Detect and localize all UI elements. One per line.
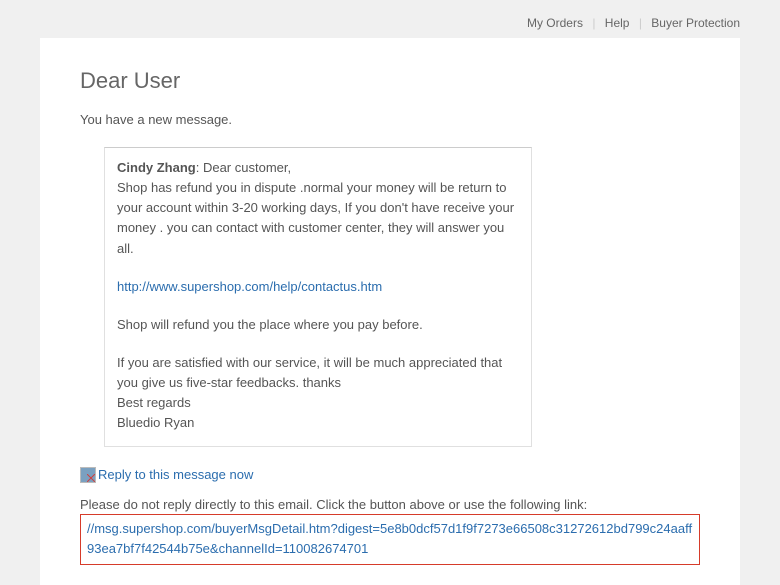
message-greeting: Dear customer, [203,160,291,175]
message-body-3: If you are satisfied with our service, i… [117,353,519,393]
reply-link[interactable]: Reply to this message now [98,467,253,482]
broken-image-icon [80,467,96,483]
message-body-2: Shop will refund you the place where you… [117,315,519,335]
sender-sep: : [196,160,203,175]
sender-name: Cindy Zhang [117,160,196,175]
contact-link[interactable]: http://www.supershop.com/help/contactus.… [117,279,382,294]
message-box: Cindy Zhang: Dear customer, Shop has ref… [104,147,532,447]
message-body-1: Shop has refund you in dispute .normal y… [117,178,519,259]
nav-divider: | [639,16,642,30]
intro-text: You have a new message. [80,112,700,127]
reply-row: Reply to this message now [80,467,700,484]
footer-text: Please do not reply directly to this ema… [80,497,700,512]
message-closing: Best regards [117,393,519,413]
nav-help[interactable]: Help [605,16,630,30]
nav-divider: | [592,16,595,30]
top-nav: My Orders | Help | Buyer Protection [0,0,780,38]
message-signature: Bluedio Ryan [117,413,519,433]
nav-buyer-protection[interactable]: Buyer Protection [651,16,740,30]
email-card: Dear User You have a new message. Cindy … [40,38,740,585]
salutation: Dear User [80,68,700,94]
nav-my-orders[interactable]: My Orders [527,16,583,30]
direct-link-box: //msg.supershop.com/buyerMsgDetail.htm?d… [80,514,700,565]
direct-link[interactable]: //msg.supershop.com/buyerMsgDetail.htm?d… [87,521,692,556]
